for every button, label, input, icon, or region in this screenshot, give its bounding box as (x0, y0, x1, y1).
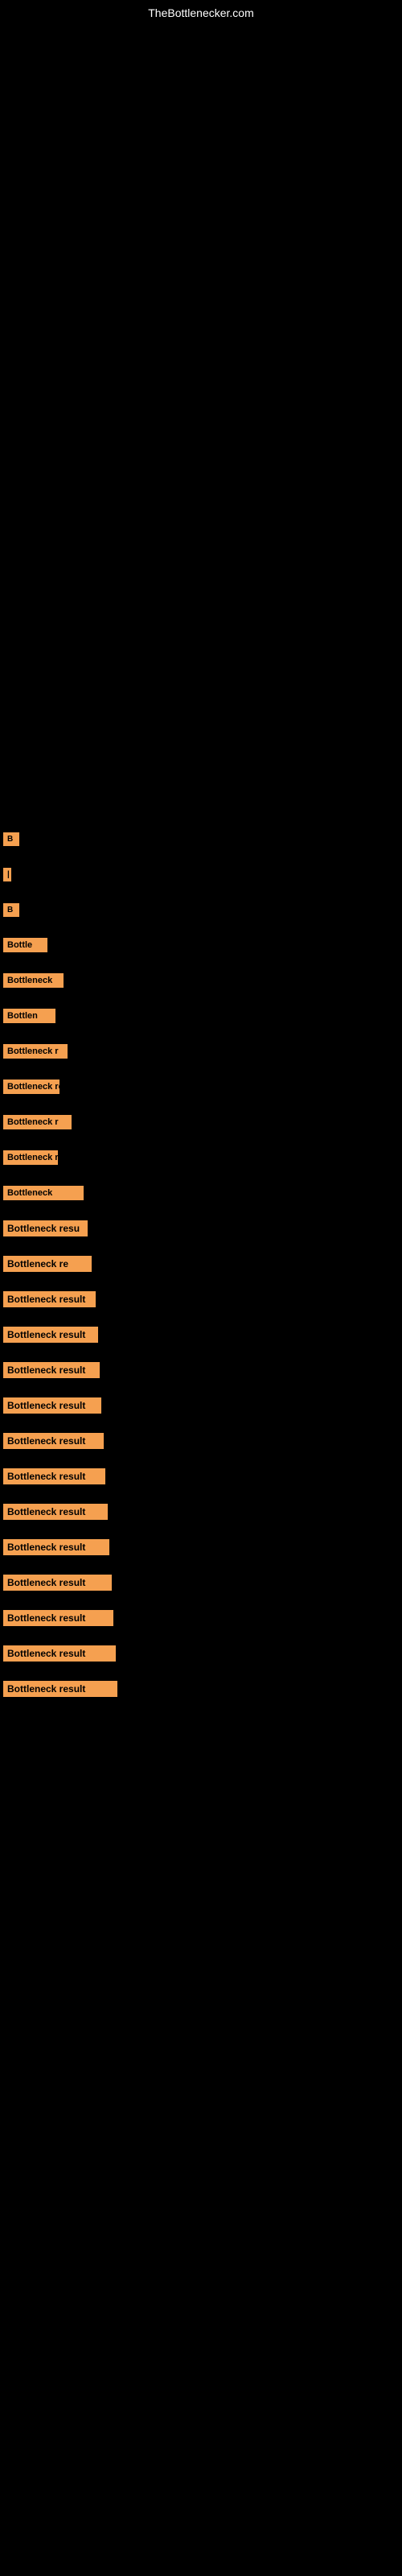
list-item: Bottleneck result (0, 1459, 241, 1494)
bottleneck-result-label: | (3, 868, 11, 881)
list-item: Bottleneck re (0, 1069, 241, 1104)
list-item: Bottleneck result (0, 1317, 241, 1352)
bottleneck-result-label: Bottleneck result (3, 1575, 112, 1591)
list-item: Bottleneck result (0, 1671, 241, 1707)
bottleneck-result-label: Bottleneck re (3, 1080, 59, 1094)
list-item: Bottleneck result (0, 1282, 241, 1317)
bottleneck-result-label: Bottleneck result (3, 1397, 101, 1414)
bottleneck-result-label: Bottleneck result (3, 1362, 100, 1378)
list-item: Bottleneck result (0, 1636, 241, 1671)
list-item: | (0, 857, 241, 892)
bottleneck-result-label: Bottleneck r (3, 1044, 68, 1059)
list-item: Bottleneck resu (0, 1211, 241, 1246)
list-item: Bottleneck re (0, 1246, 241, 1282)
bottleneck-result-label: Bottleneck result (3, 1681, 117, 1697)
bottleneck-result-label: Bottleneck result (3, 1504, 108, 1520)
bottleneck-result-label: Bottleneck re (3, 1150, 58, 1165)
list-item: Bottleneck result (0, 1600, 241, 1636)
list-item: Bottleneck (0, 1175, 241, 1211)
bottleneck-result-label: Bottleneck result (3, 1433, 104, 1449)
bottleneck-result-label: Bottleneck result (3, 1610, 113, 1626)
list-item: Bottleneck result (0, 1494, 241, 1530)
bottleneck-result-label: Bottle (3, 938, 47, 952)
list-item: B (0, 892, 241, 927)
bottleneck-result-label: Bottleneck result (3, 1468, 105, 1484)
bottleneck-result-label: Bottleneck resu (3, 1220, 88, 1236)
bottleneck-result-label: Bottlen (3, 1009, 55, 1023)
list-item: Bottleneck (0, 963, 241, 998)
list-item: Bottleneck result (0, 1423, 241, 1459)
bottleneck-result-label: Bottleneck result (3, 1327, 98, 1343)
list-item: Bottleneck result (0, 1530, 241, 1565)
bottleneck-list: B | B Bottle Bottleneck Bottlen Bottleneck r Bo… (0, 821, 241, 1707)
list-item: Bottle (0, 927, 241, 963)
bottleneck-result-label: B (3, 903, 19, 917)
bottleneck-result-label: Bottleneck result (3, 1291, 96, 1307)
list-item: Bottleneck re (0, 1140, 241, 1175)
list-item: Bottleneck r (0, 1034, 241, 1069)
bottleneck-result-label: Bottleneck result (3, 1645, 116, 1662)
site-title: TheBottlenecker.com (148, 6, 254, 19)
bottleneck-result-label: Bottleneck re (3, 1256, 92, 1272)
list-item: Bottleneck result (0, 1388, 241, 1423)
bottleneck-result-label: Bottleneck (3, 973, 64, 988)
bottleneck-result-label: Bottleneck r (3, 1115, 72, 1129)
list-item: Bottleneck result (0, 1565, 241, 1600)
list-item: Bottleneck result (0, 1352, 241, 1388)
list-item: Bottleneck r (0, 1104, 241, 1140)
bottleneck-result-label: Bottleneck result (3, 1539, 109, 1555)
bottleneck-result-label: B (3, 832, 19, 846)
bottleneck-result-label: Bottleneck (3, 1186, 84, 1200)
list-item: Bottlen (0, 998, 241, 1034)
list-item: B (0, 821, 241, 857)
